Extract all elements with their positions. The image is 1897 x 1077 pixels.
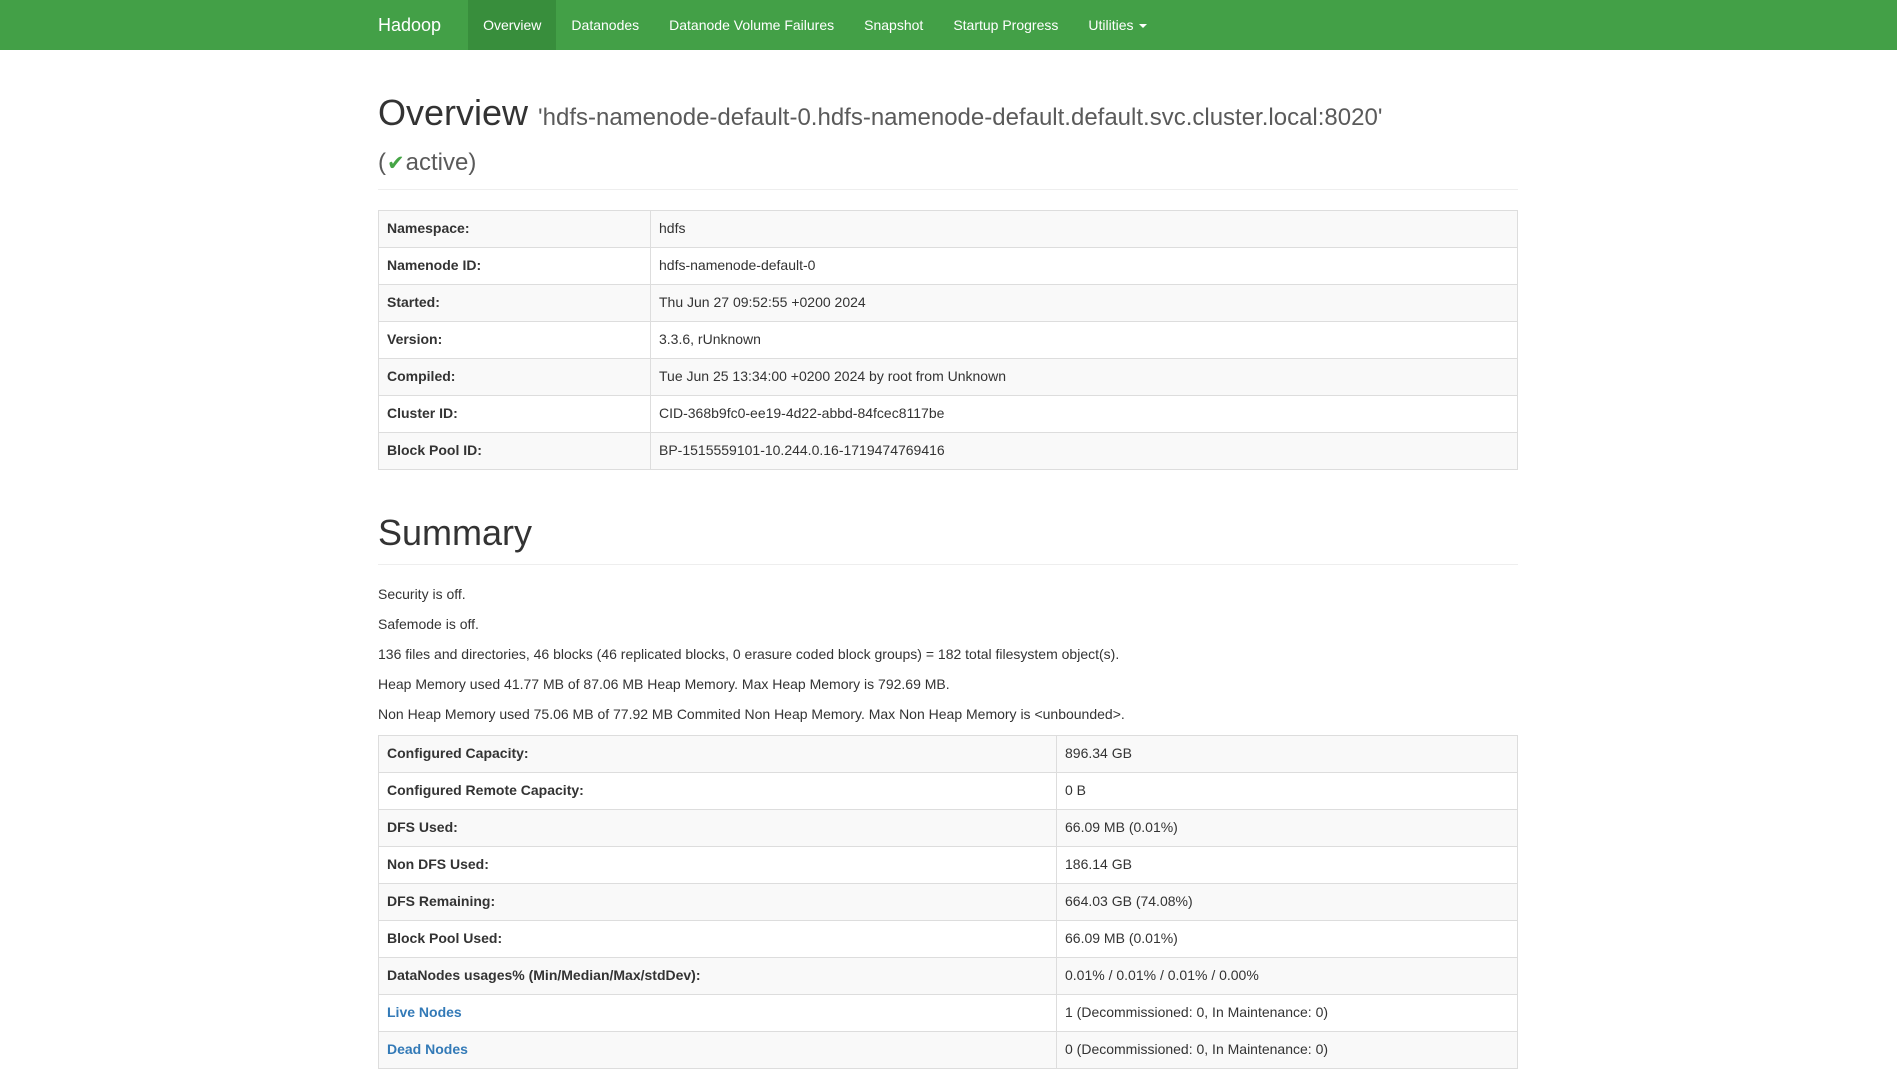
row-label: Compiled: (379, 358, 651, 395)
row-value: 0.01% / 0.01% / 0.01% / 0.00% (1057, 957, 1518, 994)
table-row: Version: 3.3.6, rUnknown (379, 321, 1518, 358)
row-value: hdfs (651, 211, 1518, 248)
nav-item-startup-progress[interactable]: Startup Progress (938, 0, 1073, 50)
namenode-info-table: Namespace: hdfs Namenode ID: hdfs-nameno… (378, 210, 1518, 470)
nav-item-datanode-volume-failures-container: Datanode Volume Failures (654, 0, 849, 50)
row-label: Block Pool Used: (379, 920, 1057, 957)
row-value: CID-368b9fc0-ee19-4d22-abbd-84fcec8117be (651, 395, 1518, 432)
row-label: Block Pool ID: (379, 432, 651, 469)
nav-item-datanode-volume-failures[interactable]: Datanode Volume Failures (654, 0, 849, 50)
row-value: 186.14 GB (1057, 846, 1518, 883)
nav-item-overview[interactable]: Overview (468, 0, 556, 50)
row-label: Non DFS Used: (379, 846, 1057, 883)
table-row: Cluster ID: CID-368b9fc0-ee19-4d22-abbd-… (379, 395, 1518, 432)
row-label: Started: (379, 284, 651, 321)
namenode-address: 'hdfs-namenode-default-0.hdfs-namenode-d… (538, 104, 1382, 131)
summary-line-filesystem-objects: 136 files and directories, 46 blocks (46… (378, 645, 1518, 665)
table-row: Block Pool ID: BP-1515559101-10.244.0.16… (379, 432, 1518, 469)
status-open-paren: ( (378, 149, 386, 176)
page-title: Overview 'hdfs-namenode-default-0.hdfs-n… (378, 90, 1518, 180)
nav-item-snapshot-container: Snapshot (849, 0, 938, 50)
summary-line-non-heap-memory: Non Heap Memory used 75.06 MB of 77.92 M… (378, 705, 1518, 725)
table-row: Configured Capacity: 896.34 GB (379, 735, 1518, 772)
nav-item-datanodes-container: Datanodes (556, 0, 654, 50)
summary-line-heap-memory: Heap Memory used 41.77 MB of 87.06 MB He… (378, 675, 1518, 695)
overview-page-header: Overview 'hdfs-namenode-default-0.hdfs-n… (378, 90, 1518, 190)
row-value: Tue Jun 25 13:34:00 +0200 2024 by root f… (651, 358, 1518, 395)
caret-down-icon (1139, 24, 1147, 28)
row-value: 896.34 GB (1057, 735, 1518, 772)
nav-item-utilities-dropdown[interactable]: Utilities (1073, 0, 1161, 50)
navbar-inner: Hadoop Overview Datanodes Datanode Volum… (363, 0, 1897, 50)
row-value: 0 (Decommissioned: 0, In Maintenance: 0) (1057, 1031, 1518, 1068)
brand-link[interactable]: Hadoop (378, 0, 456, 50)
row-value: 66.09 MB (0.01%) (1057, 809, 1518, 846)
table-row: Started: Thu Jun 27 09:52:55 +0200 2024 (379, 284, 1518, 321)
row-label: DFS Used: (379, 809, 1057, 846)
row-label: DataNodes usages% (Min/Median/Max/stdDev… (379, 957, 1057, 994)
row-value: 3.3.6, rUnknown (651, 321, 1518, 358)
row-value: 1 (Decommissioned: 0, In Maintenance: 0) (1057, 994, 1518, 1031)
table-row: DFS Remaining: 664.03 GB (74.08%) (379, 883, 1518, 920)
summary-page-header: Summary (378, 510, 1518, 565)
status-close-paren: ) (468, 149, 476, 176)
table-row: Compiled: Tue Jun 25 13:34:00 +0200 2024… (379, 358, 1518, 395)
table-row: DFS Used: 66.09 MB (0.01%) (379, 809, 1518, 846)
main-container: Overview 'hdfs-namenode-default-0.hdfs-n… (363, 90, 1533, 1069)
row-label: Namespace: (379, 211, 651, 248)
row-value: hdfs-namenode-default-0 (651, 247, 1518, 284)
page-title-text: Overview (378, 92, 528, 133)
table-row: Non DFS Used: 186.14 GB (379, 846, 1518, 883)
nav-item-utilities-label: Utilities (1088, 17, 1133, 33)
summary-title: Summary (378, 510, 1518, 555)
nav-item-overview-container: Overview (468, 0, 556, 50)
row-label: Namenode ID: (379, 247, 651, 284)
table-row: Block Pool Used: 66.09 MB (0.01%) (379, 920, 1518, 957)
check-icon: ✔ (386, 152, 406, 175)
table-row: Namespace: hdfs (379, 211, 1518, 248)
table-row: Live Nodes 1 (Decommissioned: 0, In Main… (379, 994, 1518, 1031)
nav-item-datanodes[interactable]: Datanodes (556, 0, 654, 50)
row-label: Configured Capacity: (379, 735, 1057, 772)
row-label: Dead Nodes (379, 1031, 1057, 1068)
row-value: BP-1515559101-10.244.0.16-1719474769416 (651, 432, 1518, 469)
hadoop-namenode-overview-page: { "colors": { "navbar_bg": "#43a047", "n… (0, 0, 1897, 1077)
top-navbar: Hadoop Overview Datanodes Datanode Volum… (0, 0, 1897, 50)
table-row: Dead Nodes 0 (Decommissioned: 0, In Main… (379, 1031, 1518, 1068)
row-value: 664.03 GB (74.08%) (1057, 883, 1518, 920)
row-label: Version: (379, 321, 651, 358)
summary-line-security: Security is off. (378, 585, 1518, 605)
row-value: Thu Jun 27 09:52:55 +0200 2024 (651, 284, 1518, 321)
table-row: Configured Remote Capacity: 0 B (379, 772, 1518, 809)
nav-item-startup-progress-container: Startup Progress (938, 0, 1073, 50)
page-subtitle: 'hdfs-namenode-default-0.hdfs-namenode-d… (378, 104, 1382, 176)
navbar-menu: Overview Datanodes Datanode Volume Failu… (468, 0, 1161, 50)
table-row: DataNodes usages% (Min/Median/Max/stdDev… (379, 957, 1518, 994)
row-label: Configured Remote Capacity: (379, 772, 1057, 809)
row-value: 0 B (1057, 772, 1518, 809)
summary-line-safemode: Safemode is off. (378, 615, 1518, 635)
dead-nodes-link[interactable]: Dead Nodes (387, 1041, 468, 1057)
live-nodes-link[interactable]: Live Nodes (387, 1004, 462, 1020)
table-row: Namenode ID: hdfs-namenode-default-0 (379, 247, 1518, 284)
row-value: 66.09 MB (0.01%) (1057, 920, 1518, 957)
nav-item-utilities-container: Utilities (1073, 0, 1161, 50)
status-badge: active (406, 149, 469, 176)
row-label: DFS Remaining: (379, 883, 1057, 920)
summary-stats-table: Configured Capacity: 896.34 GB Configure… (378, 735, 1518, 1069)
row-label: Cluster ID: (379, 395, 651, 432)
nav-item-snapshot[interactable]: Snapshot (849, 0, 938, 50)
row-label: Live Nodes (379, 994, 1057, 1031)
